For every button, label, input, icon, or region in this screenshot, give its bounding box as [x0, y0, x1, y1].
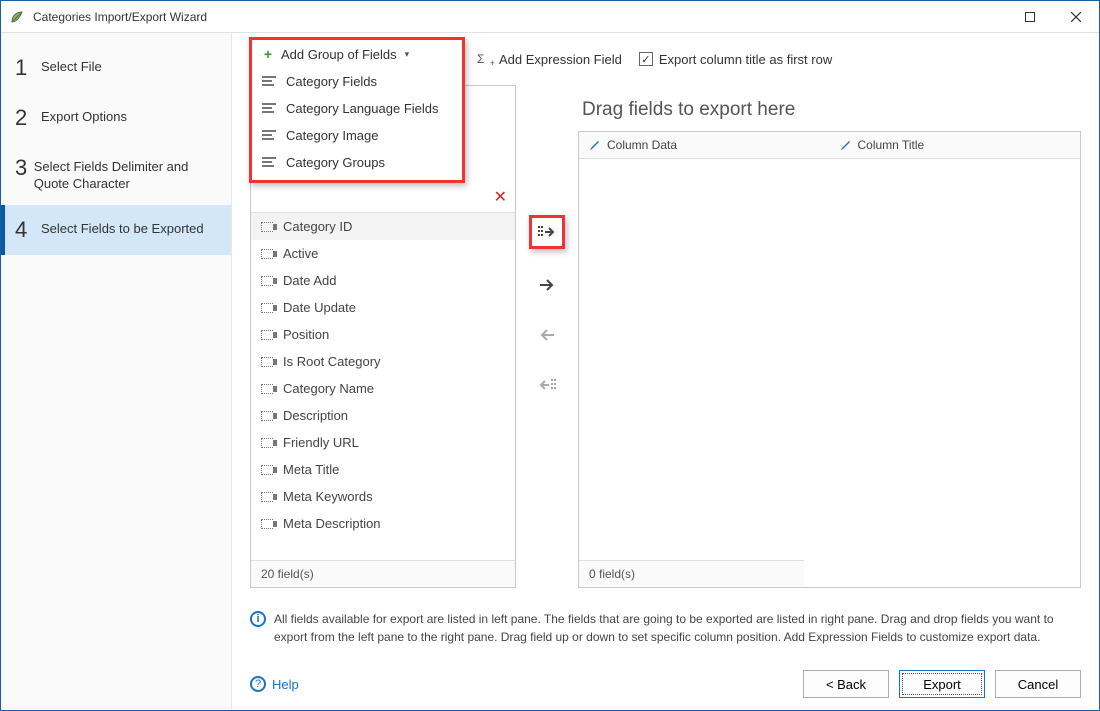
menu-category-fields[interactable]: Category Fields	[252, 68, 462, 95]
export-fields-count: 0 field(s)	[579, 560, 804, 587]
maximize-button[interactable]	[1007, 1, 1053, 33]
step-delimiter[interactable]: 3 Select Fields Delimiter and Quote Char…	[1, 143, 231, 205]
fields-icon	[262, 157, 276, 169]
export-button[interactable]: Export	[899, 670, 985, 698]
add-group-highlight: + Add Group of Fields ▾ Category Fields …	[249, 37, 465, 183]
field-item[interactable]: Date Update	[251, 294, 515, 321]
field-icon	[261, 384, 273, 394]
fields-icon	[262, 103, 276, 115]
search-bar: ✕	[251, 181, 515, 213]
info-text: All fields available for export are list…	[274, 610, 1081, 646]
export-fields-table[interactable]: Column Data Column Title 0 field(s)	[578, 131, 1081, 588]
field-icon	[261, 465, 273, 475]
mover-buttons	[526, 85, 568, 588]
titlebar: Categories Import/Export Wizard	[1, 1, 1099, 33]
step-export-options[interactable]: 2 Export Options	[1, 93, 231, 143]
menu-category-image[interactable]: Category Image	[252, 122, 462, 149]
info-message: i All fields available for export are li…	[250, 610, 1081, 646]
fields-icon	[262, 130, 276, 142]
window-title: Categories Import/Export Wizard	[33, 10, 1007, 24]
bottom-bar: ? Help < Back Export Cancel	[250, 670, 1081, 698]
wizard-window: Categories Import/Export Wizard 1 Select…	[0, 0, 1100, 711]
field-item[interactable]: Active	[251, 240, 515, 267]
remove-all-button[interactable]	[532, 371, 562, 399]
field-icon	[261, 276, 273, 286]
field-item[interactable]: Position	[251, 321, 515, 348]
field-item[interactable]: Date Add	[251, 267, 515, 294]
field-icon	[261, 519, 273, 529]
field-item[interactable]: Category ID	[251, 213, 515, 240]
field-icon	[261, 330, 273, 340]
body: 1 Select File 2 Export Options 3 Select …	[1, 33, 1099, 710]
add-all-button[interactable]	[529, 215, 565, 249]
plus-icon: +	[261, 46, 275, 62]
cancel-button[interactable]: Cancel	[995, 670, 1081, 698]
field-icon	[261, 411, 273, 421]
field-item[interactable]: Friendly URL	[251, 429, 515, 456]
available-fields-count: 20 field(s)	[251, 560, 515, 587]
add-expression-field-button[interactable]: Σ Add Expression Field	[468, 47, 631, 72]
main-panel: + Add Group of Fields ▾ Category Fields …	[232, 33, 1099, 710]
menu-category-language-fields[interactable]: Category Language Fields	[252, 95, 462, 122]
add-group-of-fields-button[interactable]: + Add Group of Fields ▾	[252, 40, 456, 68]
export-fields-drop-area[interactable]	[579, 159, 1080, 560]
column-title-header[interactable]: Column Title	[830, 132, 1081, 158]
close-button[interactable]	[1053, 1, 1099, 33]
field-item[interactable]: Description	[251, 402, 515, 429]
wizard-steps-sidebar: 1 Select File 2 Export Options 3 Select …	[1, 33, 232, 710]
checkbox-icon: ✓	[639, 52, 653, 66]
field-item[interactable]: Meta Keywords	[251, 483, 515, 510]
add-expression-label: Add Expression Field	[499, 52, 622, 67]
field-icon	[261, 492, 273, 502]
export-fields-pane: Drag fields to export here Column Data C…	[578, 85, 1081, 588]
field-icon	[261, 222, 273, 232]
field-icon	[261, 249, 273, 259]
pencil-icon	[840, 139, 852, 151]
add-selected-button[interactable]	[532, 271, 562, 299]
back-button[interactable]: < Back	[803, 670, 889, 698]
step-select-fields[interactable]: 4 Select Fields to be Exported	[1, 205, 231, 255]
clear-search-icon[interactable]: ✕	[494, 187, 507, 207]
remove-selected-button[interactable]	[532, 321, 562, 349]
pencil-icon	[589, 139, 601, 151]
sigma-plus-icon: Σ	[477, 52, 493, 66]
field-item[interactable]: Meta Description	[251, 510, 515, 537]
export-first-row-checkbox[interactable]: ✓ Export column title as first row	[639, 52, 832, 67]
field-icon	[261, 357, 273, 367]
help-link[interactable]: ? Help	[250, 676, 299, 692]
app-icon	[9, 9, 25, 25]
available-fields-list[interactable]: Category ID Active Date Add Date Update …	[251, 213, 515, 560]
info-icon: i	[250, 611, 266, 627]
field-icon	[261, 438, 273, 448]
toolbar: + Add Group of Fields ▾ Category Fields …	[250, 41, 1081, 77]
field-item[interactable]: Is Root Category	[251, 348, 515, 375]
column-data-header[interactable]: Column Data	[579, 132, 830, 158]
add-group-label: Add Group of Fields	[281, 47, 397, 62]
add-group-dropdown: Category Fields Category Language Fields…	[252, 68, 462, 176]
field-item[interactable]: Meta Title	[251, 456, 515, 483]
fields-icon	[262, 76, 276, 88]
help-icon: ?	[250, 676, 266, 692]
table-header: Column Data Column Title	[579, 132, 1080, 159]
step-select-file[interactable]: 1 Select File	[1, 43, 231, 93]
menu-category-groups[interactable]: Category Groups	[252, 149, 462, 176]
chevron-down-icon: ▾	[405, 49, 410, 60]
field-item[interactable]: Category Name	[251, 375, 515, 402]
field-icon	[261, 303, 273, 313]
export-first-row-label: Export column title as first row	[659, 52, 832, 67]
drop-title: Drag fields to export here	[582, 99, 1081, 121]
help-label: Help	[272, 677, 299, 692]
